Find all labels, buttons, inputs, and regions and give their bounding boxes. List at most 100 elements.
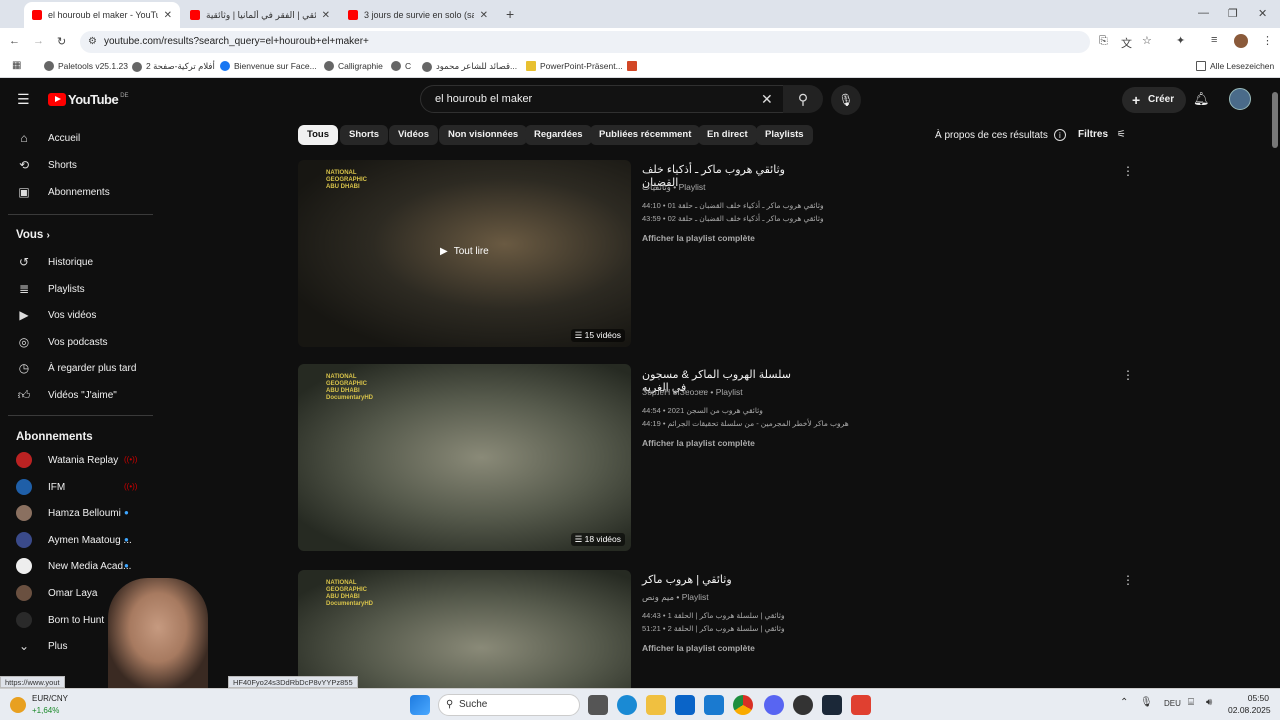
outlook-icon[interactable]: [675, 695, 695, 715]
chip-playlists[interactable]: Playlists: [756, 125, 813, 145]
playlist-video-line[interactable]: 51:21 • وثائقي | سلسلة هروب ماكر | الحلق…: [642, 624, 785, 633]
volume-icon[interactable]: 🔊︎: [1206, 697, 1212, 708]
playlist-video-line[interactable]: 44:43 • وثائقي | سلسلة هروب ماكر | الحلق…: [642, 611, 785, 620]
profile-avatar[interactable]: [1234, 34, 1248, 48]
browser-menu-icon[interactable]: ⋮: [1262, 34, 1273, 47]
tab-youtube-search[interactable]: el houroub el maker - YouTube ✕: [24, 2, 180, 28]
view-full-playlist-link[interactable]: Afficher la playlist complète: [642, 438, 755, 448]
powerpoint-icon[interactable]: [627, 61, 637, 71]
bookmark-item[interactable]: PowerPoint-Präsent...: [526, 61, 623, 71]
discord-icon[interactable]: [764, 695, 784, 715]
sidebar-sub-item[interactable]: Born to Hunt: [16, 609, 104, 631]
sidebar-item-watch-later[interactable]: ◷ À regarder plus tard: [16, 357, 137, 379]
all-bookmarks[interactable]: Alle Lesezeichen: [1196, 61, 1274, 71]
play-all-overlay[interactable]: ▶ Tout lire: [440, 246, 489, 257]
sidebar-item-liked[interactable]: 👍︎ Vidéos "J'aime": [16, 384, 117, 406]
notifications-bell-icon[interactable]: 🔔︎: [1193, 91, 1210, 107]
view-full-playlist-link[interactable]: Afficher la playlist complète: [642, 643, 755, 653]
clock-time[interactable]: 05:50: [1243, 693, 1269, 703]
task-view-icon[interactable]: [588, 695, 608, 715]
reading-list-icon[interactable]: ≡: [1211, 34, 1217, 46]
edge-icon[interactable]: [617, 695, 637, 715]
close-tab-icon[interactable]: ✕: [480, 10, 488, 21]
sidebar-sub-item[interactable]: New Media Acad...: [16, 555, 131, 577]
playlist-thumbnail[interactable]: NATIONAL GEOGRAPHIC ABU DHABI ▶ Tout lire …: [298, 160, 631, 347]
sidebar-sub-item[interactable]: Watania Replay: [16, 449, 118, 471]
search-button[interactable]: ⚲: [783, 85, 823, 113]
playlist-video-line[interactable]: 44:54 • 2021 وثائقي هروب من السجن: [642, 406, 763, 415]
chip-watched[interactable]: Regardées: [525, 125, 592, 145]
maximize-icon[interactable]: ❐: [1228, 7, 1238, 20]
reload-icon[interactable]: ↻: [57, 35, 66, 48]
chip-recent[interactable]: Publiées récemment: [590, 125, 701, 145]
weather-ticker-icon[interactable]: [10, 697, 26, 713]
install-icon[interactable]: ⎘: [1099, 35, 1108, 48]
sidebar-item-podcasts[interactable]: ◎ Vos podcasts: [16, 331, 108, 353]
search-input[interactable]: el houroub el maker ✕: [420, 85, 786, 113]
clear-search-icon[interactable]: ✕: [761, 86, 773, 112]
app-icon[interactable]: [793, 695, 813, 715]
about-results[interactable]: À propos de ces résultats i: [935, 129, 1066, 141]
create-button[interactable]: + Créer: [1122, 87, 1187, 113]
playlist-video-line[interactable]: 44:10 • وثائقي هروب ماكر ـ أذكياء خلف ال…: [642, 201, 824, 210]
hamburger-menu-icon[interactable]: ☰: [17, 91, 30, 108]
page-scrollbar[interactable]: [1272, 92, 1278, 148]
chip-live[interactable]: En direct: [698, 125, 757, 145]
app-icon[interactable]: [851, 695, 871, 715]
taskbar-search[interactable]: ⚲ Suche: [438, 694, 580, 716]
more-actions-icon[interactable]: ⋮: [1122, 573, 1134, 587]
sidebar-sub-item[interactable]: Aymen Maatoug ...: [16, 529, 132, 551]
site-info-icon[interactable]: ⚙: [88, 31, 97, 53]
new-tab-button[interactable]: +: [506, 6, 514, 22]
playlist-video-line[interactable]: 44:19 • هروب ماكر لأخطر المجرمين - من سل…: [642, 419, 849, 428]
address-bar[interactable]: ⚙ youtube.com/results?search_query=el+ho…: [80, 31, 1090, 53]
tab-survival[interactable]: 3 jours de survie en solo (sans ✕: [340, 2, 496, 28]
bookmark-item[interactable]: C: [391, 61, 411, 71]
playlist-thumbnail[interactable]: NATIONAL GEOGRAPHIC ABU DHABI DocumentaryHD…: [298, 364, 631, 551]
bookmark-item[interactable]: أفلام تركية-صفحة 2: [132, 61, 215, 72]
extensions-icon[interactable]: ✦: [1176, 34, 1185, 47]
playlist-thumbnail[interactable]: NATIONAL GEOGRAPHIC ABU DHABI DocumentaryHD: [298, 570, 631, 688]
back-icon[interactable]: ←: [9, 35, 20, 47]
file-explorer-icon[interactable]: [646, 695, 666, 715]
voice-search-button[interactable]: 🎙: [831, 85, 861, 115]
sidebar-item-playlists[interactable]: ≣ Playlists: [16, 278, 85, 300]
windows-start-icon[interactable]: [410, 695, 430, 715]
close-tab-icon[interactable]: ✕: [164, 10, 172, 21]
translate-icon[interactable]: 文: [1121, 35, 1132, 51]
sidebar-sub-item[interactable]: IFM: [16, 476, 65, 498]
bookmark-item[interactable]: Calligraphie: [324, 61, 383, 71]
network-icon[interactable]: ⌸: [1188, 697, 1194, 708]
bookmark-item[interactable]: Bienvenue sur Face...: [220, 61, 317, 71]
result-title[interactable]: وثائقي | هروب ماكر: [642, 573, 802, 586]
close-tab-icon[interactable]: ✕: [322, 10, 330, 21]
tab-documentary[interactable]: وثائقي | الفقر في ألمانيا | وثائقية ✕: [182, 2, 338, 28]
sidebar-item-your-videos[interactable]: ▶ Vos vidéos: [16, 304, 96, 326]
sidebar-item-subscriptions[interactable]: ▣ Abonnements: [16, 181, 109, 203]
sidebar-sub-item[interactable]: Omar Laya: [16, 582, 97, 604]
bookmark-item[interactable]: Paletools v25.1.23: [44, 61, 128, 71]
sidebar-item-shorts[interactable]: ⟲ Shorts: [16, 154, 77, 176]
minimize-icon[interactable]: —: [1198, 7, 1209, 19]
steam-icon[interactable]: [822, 695, 842, 715]
sidebar-item-home[interactable]: ⌂ Accueil: [16, 127, 80, 149]
sidebar-sub-item[interactable]: Hamza Belloumi: [16, 502, 121, 524]
sidebar-you-title[interactable]: Vous ›: [16, 229, 50, 241]
more-actions-icon[interactable]: ⋮: [1122, 164, 1134, 178]
language-indicator[interactable]: DEU: [1164, 699, 1181, 708]
chrome-icon[interactable]: [733, 695, 753, 715]
view-full-playlist-link[interactable]: Afficher la playlist complète: [642, 233, 755, 243]
more-actions-icon[interactable]: ⋮: [1122, 368, 1134, 382]
clock-date[interactable]: 02.08.2025: [1228, 705, 1271, 715]
result-channel[interactable]: ЗɐpɹɐН ɐıЗɐoɔɐɐ • Playlist: [642, 387, 743, 397]
chip-videos[interactable]: Vidéos: [389, 125, 438, 145]
chip-all[interactable]: Tous: [298, 125, 338, 145]
bookmark-item[interactable]: قصائد للشاعر محمود...: [422, 61, 517, 72]
chip-shorts[interactable]: Shorts: [340, 125, 389, 145]
forward-icon[interactable]: →: [33, 35, 44, 47]
sidebar-item-history[interactable]: ↺ Historique: [16, 251, 93, 273]
youtube-logo[interactable]: YouTube DE: [48, 92, 129, 107]
chip-unwatched[interactable]: Non visionnées: [439, 125, 528, 145]
close-window-icon[interactable]: ✕: [1258, 7, 1267, 20]
result-channel[interactable]: ميم ونص • Playlist: [642, 592, 709, 603]
